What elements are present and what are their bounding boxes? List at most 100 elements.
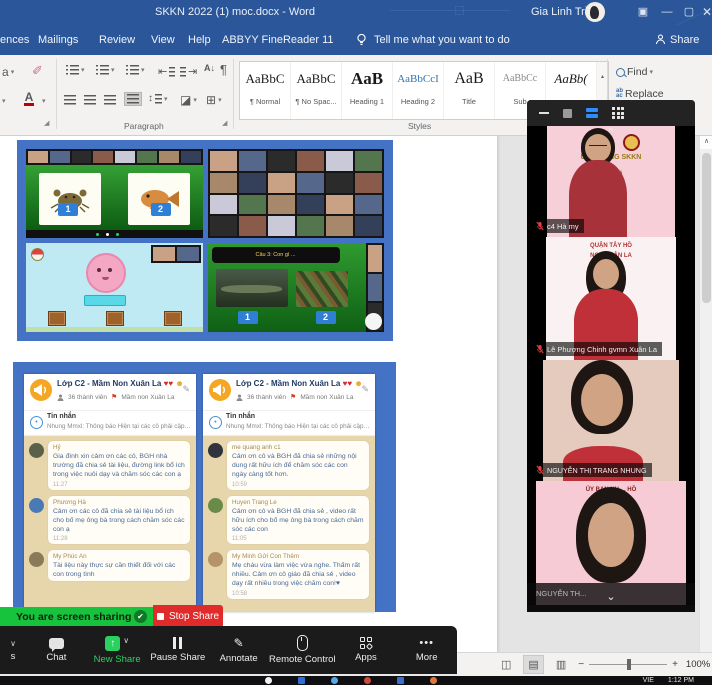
web-layout-icon[interactable]: ▥	[552, 656, 570, 673]
align-right-icon[interactable]	[104, 95, 116, 105]
print-layout-icon[interactable]: ▤	[523, 655, 543, 674]
stop-share-button[interactable]: Stop Share	[153, 605, 223, 628]
numbering-icon[interactable]: ▾	[96, 65, 115, 75]
word-vertical-scrollbar[interactable]: ∧	[699, 135, 712, 652]
line-spacing-icon[interactable]: ↕▾	[148, 93, 168, 104]
share-button[interactable]: Share	[670, 25, 699, 55]
read-mode-icon[interactable]: ◫	[497, 656, 515, 673]
shading-icon[interactable]: ◪▾	[180, 93, 197, 107]
participant-name: NGUYỄN THỊ TRANG NHUNG	[533, 463, 652, 477]
align-center-icon[interactable]	[84, 95, 96, 105]
annotate-button[interactable]: ✎ Annotate	[208, 626, 269, 674]
multilevel-list-icon[interactable]: ▾	[126, 65, 145, 75]
chat-button[interactable]: Chat	[26, 626, 87, 674]
change-case-icon[interactable]: a▾	[2, 65, 14, 79]
clock[interactable]: 1:12 PM	[668, 676, 694, 685]
chevron-down-icon[interactable]: ∨	[123, 636, 129, 645]
scroll-up-icon[interactable]: ∧	[700, 135, 712, 149]
circuit-decoration	[390, 10, 510, 11]
chevron-down-icon[interactable]: ∨	[10, 639, 16, 648]
embedded-image-zoom-lessons[interactable]: 1 2	[17, 140, 393, 341]
font-color-dropdown-icon[interactable]: ▾	[42, 97, 46, 105]
edit-icon[interactable]: ✎	[182, 384, 190, 395]
more-button[interactable]: ••• More	[396, 626, 457, 674]
participants-button-partial[interactable]: ∨ s	[0, 626, 26, 674]
webcam-thumbnail	[159, 151, 179, 163]
style-heading1[interactable]: AaB Heading 1	[342, 62, 393, 119]
font-dialog-launcher-icon[interactable]: ◢	[44, 119, 49, 127]
ribbon-display-options-icon[interactable]: ▣	[630, 0, 656, 25]
user-avatar[interactable]	[585, 2, 605, 22]
scroll-participants-down-icon[interactable]: ⌄	[606, 592, 615, 602]
font-dropdown-icon[interactable]: ▾	[2, 97, 6, 105]
find-button[interactable]: Find▾	[616, 66, 653, 78]
video-tile-2[interactable]: QUẬN TÂY HỒ NON XUÂN LA SKKN Lê Phượng C…	[527, 237, 695, 360]
panel-restore-icon[interactable]	[563, 109, 572, 118]
zoom-percentage[interactable]: 100%	[686, 659, 710, 670]
tab-view[interactable]: View	[151, 25, 175, 55]
style-no-spacing[interactable]: AaBbC ¶ No Spac...	[291, 62, 342, 119]
scrollbar-thumb[interactable]	[702, 153, 711, 303]
pinned-message[interactable]: • Tin nhắn Nhung Mmxl: Thông báo Hiện tạ…	[24, 410, 196, 436]
quiz-green-board: 1 2	[26, 165, 203, 230]
edit-icon[interactable]: ✎	[361, 384, 369, 395]
taskbar-app-icon[interactable]	[397, 677, 404, 684]
embedded-image-parent-chats[interactable]: Lớp C2 - Mầm Non Xuân La ♥♥ ☻ 36 thành v…	[13, 362, 396, 612]
crate	[164, 311, 182, 326]
increase-indent-icon[interactable]: ⇥	[180, 65, 197, 78]
ground	[26, 327, 203, 332]
replace-button[interactable]: abac Replace	[616, 88, 664, 100]
sort-icon[interactable]: A↓	[204, 63, 215, 73]
align-left-icon[interactable]	[64, 95, 76, 105]
pilcrow-icon[interactable]: ¶	[220, 62, 227, 77]
zoom-slider[interactable]: − +	[578, 659, 678, 670]
remote-control-button[interactable]: Remote Control	[269, 626, 336, 674]
scroll-participants-up-icon[interactable]: ⌃	[606, 128, 615, 138]
speaker-view-icon[interactable]	[586, 108, 598, 118]
tab-help[interactable]: Help	[188, 25, 211, 55]
document-page[interactable]: 1 2	[0, 135, 497, 652]
new-share-button[interactable]: ↑ ∨ New Share	[87, 626, 148, 674]
taskbar-app-icon[interactable]	[364, 677, 371, 684]
format-painter-icon[interactable]: ✐	[32, 63, 43, 79]
share-screen-icon: ↑	[105, 636, 120, 651]
zoom-out-icon[interactable]: −	[578, 659, 584, 670]
zoom-in-icon[interactable]: +	[672, 659, 678, 670]
mic-muted-icon	[536, 344, 544, 354]
banner-line: QUẬN TÂY HỒ	[546, 243, 676, 249]
taskbar-app-icon[interactable]	[298, 677, 305, 684]
style-normal[interactable]: AaBbC ¶ Normal	[240, 62, 291, 119]
apps-button[interactable]: Apps	[336, 626, 397, 674]
justify-icon[interactable]	[124, 92, 142, 106]
webcam-thumbnail	[297, 216, 324, 236]
style-title[interactable]: AaB Title	[444, 62, 495, 119]
tab-abbyy-finereader[interactable]: ABBYY FineReader 11	[222, 25, 334, 55]
chat-message: Hỷ Gia đình xin cảm ơn các cô, BGH nhà t…	[28, 441, 192, 490]
bullets-icon[interactable]: ▾	[66, 65, 85, 75]
language-indicator[interactable]: VIE	[643, 676, 654, 685]
panel-minimize-icon[interactable]	[539, 112, 549, 114]
video-tile-4[interactable]: ỦY BAN NH ... HỒ TRƯỜNG PHÓ BI ... SKKN …	[527, 481, 695, 605]
video-tile-3[interactable]: NGUYỄN THỊ TRANG NHUNG	[527, 360, 695, 481]
chat-window-left: Lớp C2 - Mầm Non Xuân La ♥♥ ☻ 36 thành v…	[24, 374, 196, 612]
taskbar-app-icon[interactable]	[430, 677, 437, 684]
tab-review[interactable]: Review	[99, 25, 135, 55]
styles-scroll-up-icon[interactable]: ▴	[601, 73, 604, 80]
tab-mailings[interactable]: Mailings	[38, 25, 78, 55]
tab-references-partial[interactable]: ences	[0, 25, 29, 55]
webcam-thumbnail	[177, 247, 199, 261]
paragraph-dialog-launcher-icon[interactable]: ◢	[222, 119, 227, 127]
close-button[interactable]: ✕	[694, 0, 712, 25]
taskbar-app-icon[interactable]	[331, 677, 338, 684]
style-heading2[interactable]: AaBbCcI Heading 2	[393, 62, 444, 119]
video-tile-1[interactable]: ỨNG DỤNG SKKN giáo bé năm 2022 c4 Hà my	[527, 126, 695, 237]
borders-icon[interactable]: ⊞▾	[206, 93, 222, 107]
pause-share-button[interactable]: Pause Share	[148, 626, 209, 674]
zoom-slider-thumb[interactable]	[627, 659, 631, 670]
taskbar-app-icon[interactable]	[265, 677, 272, 684]
font-color-icon[interactable]: A	[24, 91, 34, 106]
tell-me-box[interactable]: Tell me what you want to do	[374, 25, 510, 55]
decrease-indent-icon[interactable]: ⇤	[158, 65, 175, 78]
pinned-message[interactable]: • Tin nhắn Nhung Mmxl: Thông báo Hiện tạ…	[203, 410, 375, 436]
gallery-view-icon[interactable]	[612, 107, 624, 119]
